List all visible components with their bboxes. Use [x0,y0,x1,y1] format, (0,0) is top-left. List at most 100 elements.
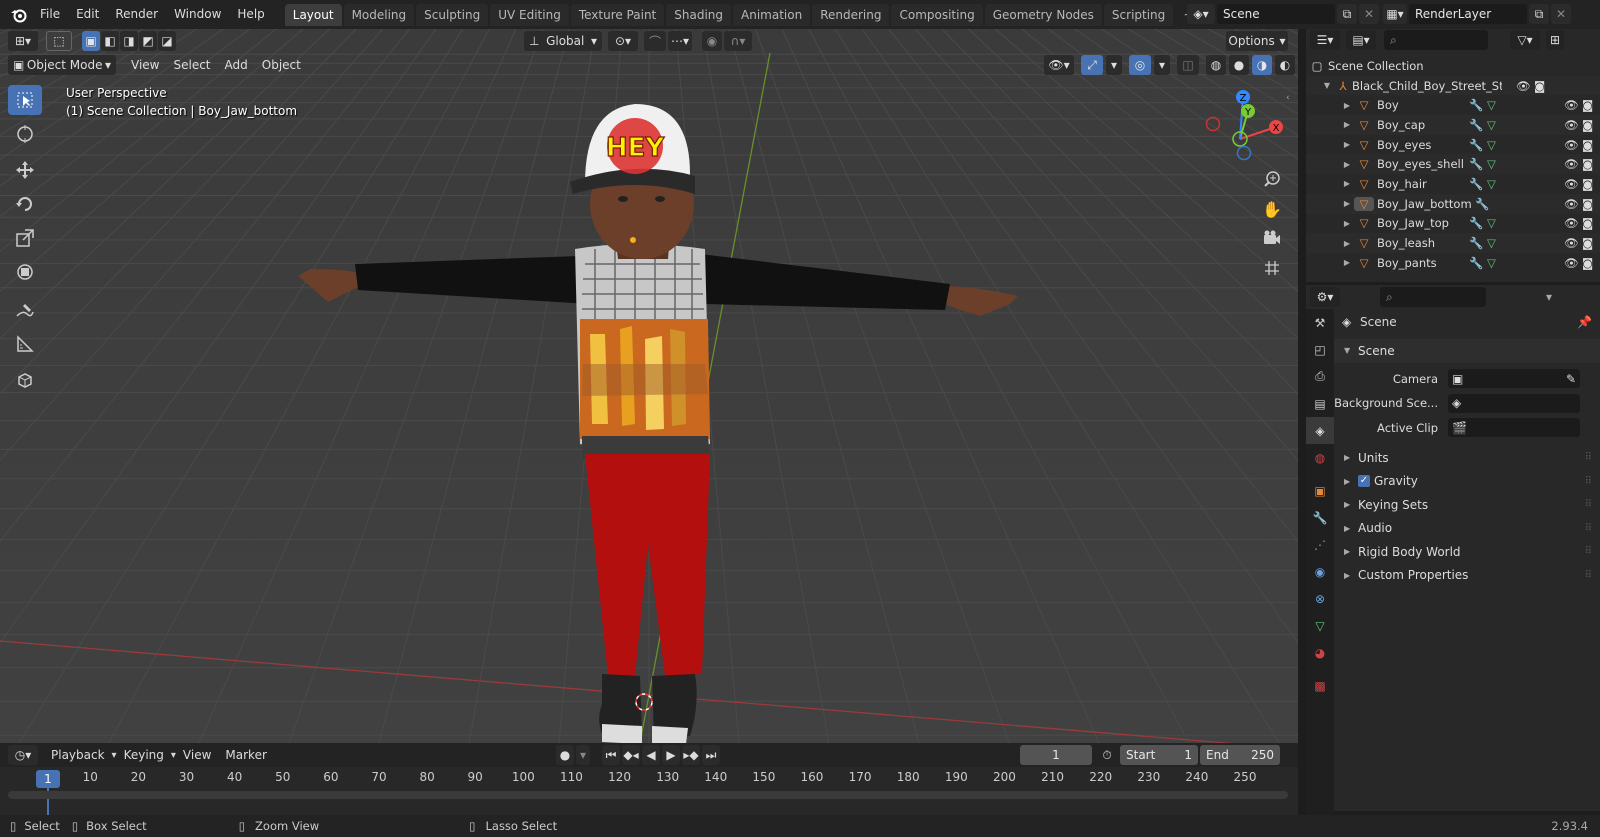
tab-layout[interactable]: Layout [284,3,342,26]
viewport-menu-select[interactable]: Select [166,58,217,72]
select-new-mode-icon[interactable]: ▣ [82,31,100,51]
measure-tool-icon[interactable] [8,329,42,359]
filter-icon[interactable]: ▽▾ [1510,30,1540,50]
cursor-tool-icon[interactable] [8,119,42,149]
outliner-object-row[interactable]: ▶ ▽ Boy_hair 🔧 ▽ 👁 ◙ [1306,174,1600,194]
outliner-editor-type-icon[interactable]: ☰▾ [1310,30,1340,50]
new-collection-icon[interactable]: ⊞ [1546,30,1564,50]
select-invert-mode-icon[interactable]: ◩ [139,31,157,51]
timeline-ruler[interactable]: 1 10 20 30 40 50 60 70 80 90 100 110 120 130 140 150 16… [0,767,1298,815]
eye-icon[interactable]: 👁 [1564,256,1582,270]
menu-edit[interactable]: Edit [68,0,107,29]
eye-icon[interactable]: 👁 [1564,177,1582,191]
overlays-toggle-icon[interactable]: ◎ [1129,55,1151,75]
subpanel-audio[interactable]: ▶ Audio ⠿ [1334,517,1600,541]
transform-tool-icon[interactable] [8,257,42,287]
start-frame-field[interactable]: Start 1 [1120,745,1198,765]
material-shading-icon[interactable]: ◑ [1252,55,1272,75]
viewport-menu-add[interactable]: Add [218,58,255,72]
character-model[interactable]: HEY [290,64,1030,743]
editor-type-icon[interactable]: ⊞▾ [8,31,38,51]
solid-shading-icon[interactable]: ● [1229,55,1249,75]
transform-orientation-dropdown[interactable]: ⊥ Global ▾ [524,31,602,51]
scene-name-field[interactable]: Scene [1217,4,1335,24]
view-layer-tab-icon[interactable]: ▤ [1306,390,1334,417]
material-tab-icon[interactable]: ◕ [1306,639,1334,666]
particles-tab-icon[interactable]: ⋰ [1306,531,1334,558]
outliner-object-row[interactable]: ▶ ▽ Boy_Jaw_bottom 🔧 👁 ◙ [1306,193,1600,214]
timeline-menu-keying[interactable]: Keying [117,748,171,762]
eye-icon[interactable]: 👁 [1564,157,1582,171]
options-dropdown[interactable]: Options ▾ [1226,31,1288,51]
properties-search-input[interactable]: ⌕ [1380,287,1486,307]
timeline-menu-playback[interactable]: Playback [44,748,112,762]
render-tab-icon[interactable]: ◰ [1306,336,1334,363]
outliner-object-row[interactable]: ▶ ▽ Boy_leash 🔧 ▽ 👁 ◙ [1306,233,1600,253]
new-scene-icon[interactable]: ⧉ [1337,4,1357,24]
viewport-menu-view[interactable]: View [124,58,166,72]
menu-render[interactable]: Render [107,0,166,29]
tab-rendering[interactable]: Rendering [812,3,890,26]
modifier-tab-icon[interactable]: 🔧 [1306,504,1334,531]
gizmo-dropdown-icon[interactable]: ▾ [1106,55,1122,75]
xray-toggle-icon[interactable]: ◫ [1177,55,1199,75]
tab-uv-editing[interactable]: UV Editing [490,3,569,26]
select-subtract-mode-icon[interactable]: ◨ [120,31,138,51]
drag-handle-icon[interactable]: ⠿ [1585,499,1592,510]
background-scene-field[interactable]: ◈ [1448,393,1580,413]
playhead[interactable]: 1 [36,770,60,788]
tab-geometry-nodes[interactable]: Geometry Nodes [984,3,1102,26]
orthographic-grid-icon[interactable] [1259,255,1285,281]
eye-icon[interactable]: 👁 [1516,79,1534,93]
camera-render-icon[interactable]: ◙ [1582,157,1600,171]
delete-viewlayer-icon[interactable]: ✕ [1551,4,1571,24]
constraints-tab-icon[interactable]: ⊗ [1306,585,1334,612]
camera-render-icon[interactable]: ◙ [1582,118,1600,132]
outliner-object-row[interactable]: ▶ ▽ Boy_Jaw_top 🔧 ▽ 👁 ◙ [1306,214,1600,234]
menu-help[interactable]: Help [229,0,272,29]
tab-animation[interactable]: Animation [733,3,811,26]
drag-handle-icon[interactable]: ⠿ [1585,546,1592,557]
delete-scene-icon[interactable]: ✕ [1359,4,1379,24]
scale-tool-icon[interactable] [8,223,42,253]
outliner-object-row[interactable]: ▶ ▽ Boy_cap 🔧 ▽ 👁 ◙ [1306,115,1600,135]
timeline-menu-marker[interactable]: Marker [218,748,273,762]
collection-row[interactable]: ▼ ⅄ Black_Child_Boy_Street_Style 👁 ◙ [1306,75,1600,96]
select-extend-mode-icon[interactable]: ◧ [101,31,119,51]
play-icon[interactable]: ▶ [662,745,680,765]
physics-tab-icon[interactable]: ◉ [1306,558,1334,585]
camera-render-icon[interactable]: ◙ [1582,216,1600,230]
rotate-tool-icon[interactable] [8,189,42,219]
proportional-edit-icon[interactable]: ◉ [702,31,722,51]
camera-render-icon[interactable]: ◙ [1582,256,1600,270]
outliner-object-row[interactable]: ▶ ▽ Boy 🔧 ▽ 👁 ◙ [1306,95,1600,115]
texture-tab-icon[interactable]: ▩ [1306,672,1334,699]
select-box-tool-icon[interactable] [8,85,42,115]
zoom-icon[interactable] [1259,166,1285,192]
camera-view-icon[interactable] [1259,225,1285,251]
expand-right-icon[interactable]: ▶ [1340,199,1354,208]
eye-icon[interactable]: 👁 [1564,236,1582,250]
expand-right-icon[interactable]: ▶ [1340,101,1354,110]
end-frame-field[interactable]: End 250 [1200,745,1280,765]
camera-field[interactable]: ▣ ✎ [1448,369,1580,389]
camera-render-icon[interactable]: ◙ [1582,98,1600,112]
overlays-dropdown-icon[interactable]: ▾ [1154,55,1170,75]
expand-right-icon[interactable]: ▶ [1340,219,1354,228]
new-viewlayer-icon[interactable]: ⧉ [1529,4,1549,24]
eye-icon[interactable]: 👁 [1564,138,1582,152]
scene-panel-header[interactable]: ▼ Scene [1334,339,1600,363]
drag-handle-icon[interactable]: ⠿ [1585,523,1592,534]
tab-compositing[interactable]: Compositing [891,3,983,26]
expand-right-icon[interactable]: ▶ [1340,258,1354,267]
timeline-menu-view[interactable]: View [176,748,218,762]
visibility-eye-icon[interactable]: 👁▾ [1044,55,1074,75]
active-clip-field[interactable]: 🎬 [1448,418,1580,438]
expand-right-icon[interactable]: ▶ [1340,120,1354,129]
timeline-editor-type-icon[interactable]: ◷▾ [8,745,38,765]
navigation-gizmo[interactable]: X Y Z [1200,87,1292,167]
tab-modeling[interactable]: Modeling [343,3,415,26]
pin-icon[interactable]: 📌 [1577,315,1592,329]
display-mode-icon[interactable]: ▤▾ [1346,30,1376,50]
move-tool-icon[interactable] [8,155,42,185]
